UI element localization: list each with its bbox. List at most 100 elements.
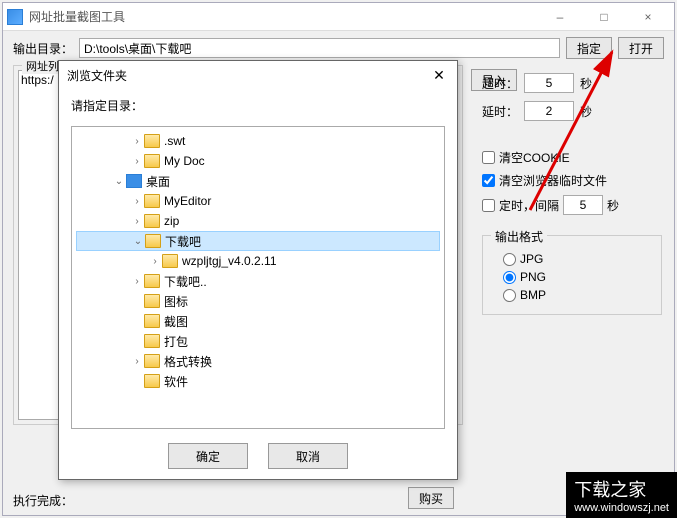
timer-checkline: 定时，间隔 秒 — [482, 195, 662, 215]
expand-arrow-icon[interactable]: › — [130, 136, 144, 147]
tree-item[interactable]: › .swt — [76, 131, 440, 151]
format-jpg[interactable]: JPG — [503, 252, 641, 266]
clear-temp-label: 清空浏览器临时文件 — [499, 172, 607, 189]
output-format-legend: 输出格式 — [491, 228, 547, 245]
dialog-close-button[interactable]: ✕ — [429, 65, 449, 85]
folder-icon — [144, 334, 160, 348]
expand-arrow-icon[interactable]: › — [130, 216, 144, 227]
status-label: 执行完成： — [13, 492, 73, 509]
delay-label: 延时： — [482, 103, 518, 120]
tree-item[interactable]: › MyEditor — [76, 191, 440, 211]
tree-item[interactable]: › 下载吧.. — [76, 271, 440, 291]
folder-icon — [144, 154, 160, 168]
folder-icon — [144, 314, 160, 328]
tree-item-label: My Doc — [164, 154, 205, 168]
tree-item-label: .swt — [164, 134, 185, 148]
close-button[interactable]: × — [626, 3, 670, 31]
titlebar: 网址批量截图工具 – □ × — [3, 3, 674, 31]
timeout-unit: 秒 — [580, 75, 592, 92]
clear-temp-checkline: 清空浏览器临时文件 — [482, 172, 662, 189]
dialog-buttons: 确定 取消 — [59, 433, 457, 479]
radio-png[interactable] — [503, 271, 516, 284]
tree-item-label: 打包 — [164, 333, 188, 350]
dialog-titlebar: 浏览文件夹 ✕ — [59, 61, 457, 89]
timeout-row: 超时： 秒 — [482, 73, 662, 93]
locate-button[interactable]: 指定 — [566, 37, 612, 59]
radio-jpg[interactable] — [503, 253, 516, 266]
minimize-button[interactable]: – — [538, 3, 582, 31]
tree-item[interactable]: › My Doc — [76, 151, 440, 171]
folder-icon — [144, 214, 160, 228]
timer-suffix: 秒 — [607, 197, 619, 214]
watermark-url: www.windowszj.net — [574, 502, 669, 514]
format-bmp[interactable]: BMP — [503, 288, 641, 302]
expand-arrow-icon[interactable]: ⌄ — [131, 236, 145, 247]
expand-arrow-icon[interactable]: ⌄ — [112, 176, 126, 187]
buy-button[interactable]: 购买 — [408, 487, 454, 509]
tree-item[interactable]: 图标 — [76, 291, 440, 311]
dialog-cancel-button[interactable]: 取消 — [268, 443, 348, 469]
folder-icon — [145, 234, 161, 248]
folder-icon — [144, 194, 160, 208]
tree-item-label: 软件 — [164, 373, 188, 390]
folder-icon — [144, 354, 160, 368]
tree-item-label: 截图 — [164, 313, 188, 330]
clear-cookie-checkline: 清空COOKIE — [482, 149, 662, 166]
clear-temp-checkbox[interactable] — [482, 174, 495, 187]
output-format-box: 输出格式 JPG PNG BMP — [482, 235, 662, 315]
tree-item-label: 下载吧 — [165, 233, 201, 250]
expand-arrow-icon[interactable]: › — [130, 356, 144, 367]
timeout-label: 超时： — [482, 75, 518, 92]
watermark-text: 下载之家 — [574, 480, 646, 500]
tree-item-label: 下载吧.. — [164, 273, 207, 290]
folder-icon — [144, 374, 160, 388]
tree-item-label: 桌面 — [146, 173, 170, 190]
tree-item[interactable]: ⌄ 下载吧 — [76, 231, 440, 251]
tree-item[interactable]: › 格式转换 — [76, 351, 440, 371]
output-dir-input[interactable] — [79, 38, 560, 58]
timeout-input[interactable] — [524, 73, 574, 93]
expand-arrow-icon[interactable]: › — [130, 276, 144, 287]
dialog-ok-button[interactable]: 确定 — [168, 443, 248, 469]
tree-item-label: MyEditor — [164, 194, 211, 208]
format-png[interactable]: PNG — [503, 270, 641, 284]
tree-item[interactable]: › wzpljtgj_v4.0.2.11 — [76, 251, 440, 271]
app-icon — [7, 9, 23, 25]
tree-item-label: 格式转换 — [164, 353, 212, 370]
watermark: 下载之家 www.windowszj.net — [566, 472, 677, 518]
tree-item-label: wzpljtgj_v4.0.2.11 — [182, 254, 277, 268]
tree-item-label: 图标 — [164, 293, 188, 310]
clear-cookie-label: 清空COOKIE — [499, 149, 570, 166]
radio-bmp[interactable] — [503, 289, 516, 302]
dialog-title: 浏览文件夹 — [67, 67, 429, 84]
right-panel: 超时： 秒 延时： 秒 清空COOKIE 清空浏览器临时文件 定时，间隔 秒 输… — [482, 73, 662, 315]
tree-item-label: zip — [164, 214, 179, 228]
tree-item[interactable]: 软件 — [76, 371, 440, 391]
open-button[interactable]: 打开 — [618, 37, 664, 59]
tree-item[interactable]: 打包 — [76, 331, 440, 351]
dialog-prompt: 请指定目录： — [59, 89, 457, 122]
tree-item[interactable]: ⌄ 桌面 — [76, 171, 440, 191]
expand-arrow-icon[interactable]: › — [130, 196, 144, 207]
timer-input[interactable] — [563, 195, 603, 215]
delay-unit: 秒 — [580, 103, 592, 120]
output-dir-label: 输出目录： — [13, 40, 73, 57]
tree-item[interactable]: › zip — [76, 211, 440, 231]
expand-arrow-icon[interactable]: › — [148, 256, 162, 267]
window-title: 网址批量截图工具 — [29, 8, 538, 25]
folder-icon — [144, 134, 160, 148]
folder-icon — [162, 254, 178, 268]
delay-input[interactable] — [524, 101, 574, 121]
tree-item[interactable]: 截图 — [76, 311, 440, 331]
clear-cookie-checkbox[interactable] — [482, 151, 495, 164]
browse-folder-dialog: 浏览文件夹 ✕ 请指定目录： ›.swt›My Doc⌄桌面›MyEditor›… — [58, 60, 458, 480]
url-sample: https:/ — [21, 73, 54, 87]
maximize-button[interactable]: □ — [582, 3, 626, 31]
expand-arrow-icon[interactable]: › — [130, 156, 144, 167]
delay-row: 延时： 秒 — [482, 101, 662, 121]
folder-icon — [144, 294, 160, 308]
folder-tree[interactable]: ›.swt›My Doc⌄桌面›MyEditor›zip⌄下载吧›wzpljtg… — [71, 126, 445, 429]
timer-prefix: 定时，间隔 — [499, 197, 559, 214]
folder-icon — [126, 174, 142, 188]
timer-checkbox[interactable] — [482, 199, 495, 212]
